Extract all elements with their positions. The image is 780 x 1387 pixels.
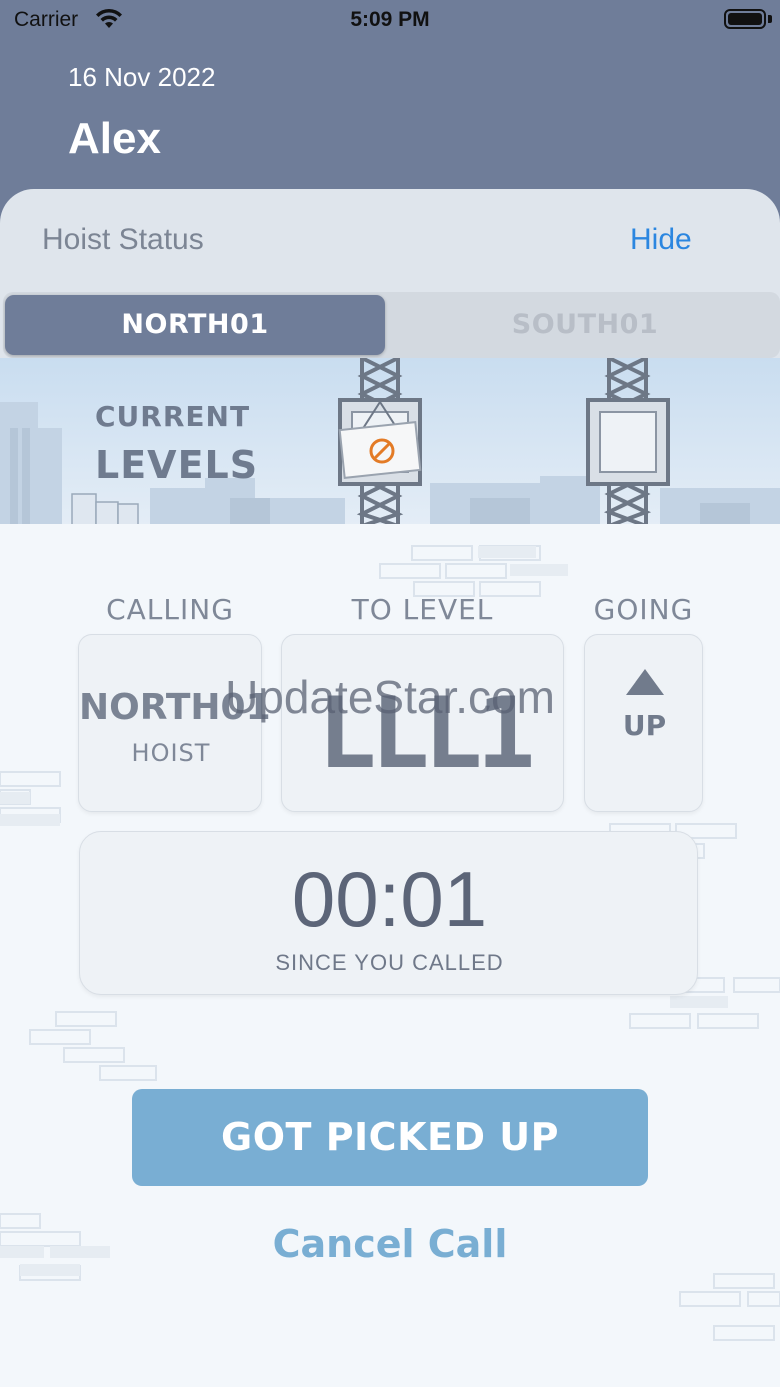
battery-tip [768,15,772,23]
to-level-label: TO LEVEL [351,593,494,626]
elapsed-timer: 00:01 [291,855,488,943]
arrow-up-icon [626,669,664,695]
clock-time: 5:09 PM [350,8,430,31]
status-bar: Carrier 5:09 PM [0,0,780,40]
timer-caption: SINCE YOU CALLED [275,950,504,975]
tab-south01[interactable]: SOUTH01 [395,295,775,355]
user-name: Alex [68,114,161,163]
hide-button[interactable]: Hide [630,223,692,257]
calling-card: NORTH01 HOIST [78,634,271,812]
hoist-segmented-control: NORTH01 SOUTH01 [3,292,780,358]
got-picked-up-button[interactable]: GOT PICKED UP [132,1089,648,1186]
city-skyline-illustration [0,358,780,526]
timer-card: 00:01 SINCE YOU CALLED [79,831,698,995]
to-level-card: LLL1 [281,634,564,812]
cancel-call-button[interactable]: Cancel Call [0,1222,780,1266]
header-date: 16 Nov 2022 [68,62,216,92]
sheet-title: Hoist Status [42,223,204,256]
going-direction: UP [622,709,667,742]
calling-hoist-sub: HOIST [131,739,211,767]
to-level-value: LLL1 [317,677,535,791]
going-card: UP [584,634,703,812]
calling-hoist-name: NORTH01 [79,687,271,728]
current-label: CURRENT [95,400,251,433]
hoist-scene [0,358,780,526]
battery-icon [724,9,766,29]
calling-label: CALLING [106,593,234,626]
going-label: GOING [593,593,694,626]
levels-label: LEVELS [95,443,259,487]
tab-north01[interactable]: NORTH01 [5,295,385,355]
